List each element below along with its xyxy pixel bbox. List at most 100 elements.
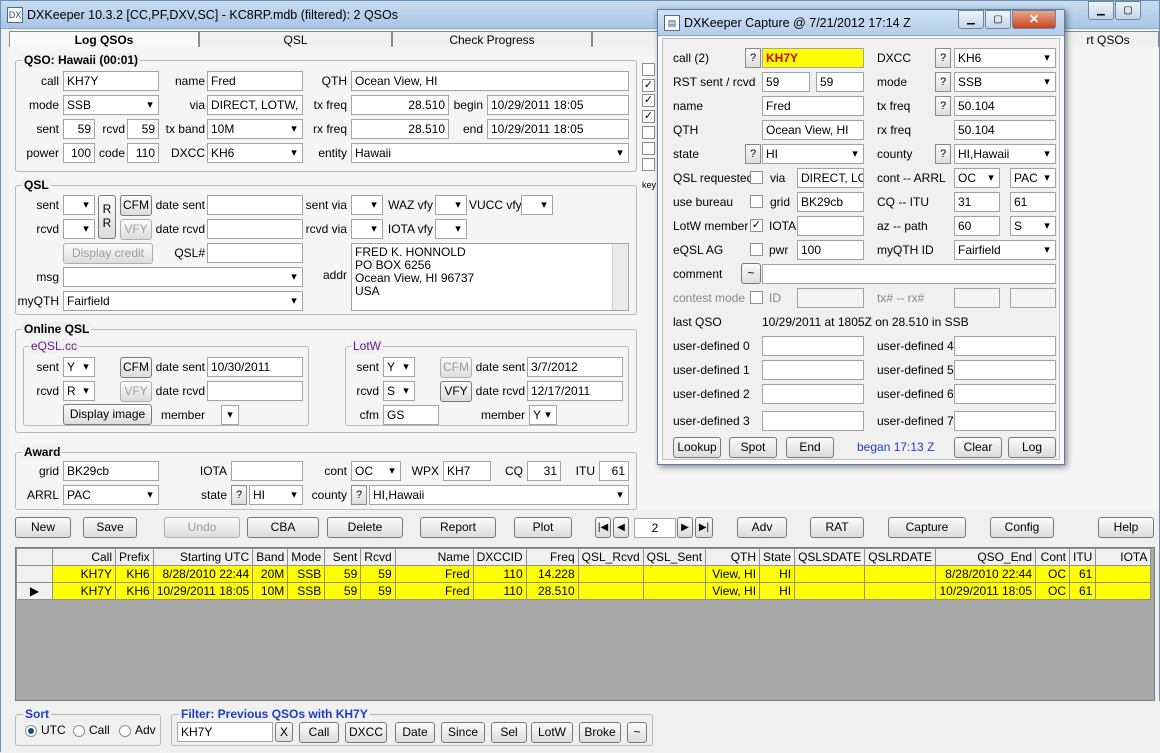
- column-header[interactable]: Cont: [1035, 548, 1071, 566]
- tab-log-qsos[interactable]: Log QSOs: [9, 31, 199, 48]
- column-header[interactable]: QSL_Rcvd: [577, 548, 644, 566]
- eqsl-datesent-field[interactable]: 10/30/2011: [207, 357, 303, 377]
- option-checkbox-2[interactable]: ✓: [642, 79, 655, 92]
- save-button[interactable]: Save: [83, 517, 137, 538]
- capture-lookup-button[interactable]: Lookup: [673, 437, 721, 458]
- capture-cont-select[interactable]: OC: [954, 168, 1000, 188]
- qsl-cfm-button[interactable]: CFM: [120, 195, 152, 216]
- qth-field[interactable]: Ocean View, HI: [351, 71, 629, 91]
- option-checkbox-3[interactable]: ✓: [642, 94, 655, 107]
- filter-lotw-button[interactable]: LotW: [531, 722, 573, 743]
- column-header[interactable]: Prefix: [115, 548, 154, 566]
- column-header[interactable]: Sent: [324, 548, 362, 566]
- capture-txfreq-help-button[interactable]: ?: [935, 96, 951, 116]
- eqsl-member-select[interactable]: [221, 405, 239, 425]
- capture-qth-field[interactable]: Ocean View, HI: [762, 120, 864, 140]
- last-record-icon[interactable]: ▶|: [695, 517, 713, 538]
- capture-county-select[interactable]: HI,Hawaii: [954, 144, 1056, 164]
- capture-userdef-field-6[interactable]: [954, 384, 1056, 404]
- rat-button[interactable]: RAT: [810, 517, 864, 538]
- myqth-select[interactable]: Fairfield: [63, 291, 303, 311]
- capture-eqslag-checkbox[interactable]: [750, 243, 763, 256]
- address-textarea[interactable]: FRED K. HONNOLD PO BOX 6256 Ocean View, …: [351, 243, 629, 311]
- capture-userdef-field-5[interactable]: [954, 360, 1056, 380]
- code-field[interactable]: 110: [127, 143, 159, 163]
- column-header[interactable]: Rcvd: [360, 548, 396, 566]
- capture-lotw-checkbox[interactable]: ✓: [750, 219, 763, 232]
- entity-select[interactable]: Hawaii: [351, 143, 629, 163]
- option-checkbox-4[interactable]: ✓: [642, 110, 655, 123]
- cont-select[interactable]: OC: [351, 461, 401, 481]
- filter-call-button[interactable]: Call: [299, 722, 339, 743]
- rxfreq-field[interactable]: 28.510: [351, 119, 449, 139]
- capture-mode-select[interactable]: SSB: [954, 72, 1056, 92]
- capture-userdef-field-1[interactable]: [762, 360, 864, 380]
- arrl-select[interactable]: PAC: [63, 485, 159, 505]
- capture-contest-checkbox[interactable]: [750, 291, 763, 304]
- eqsl-sent-select[interactable]: Y: [63, 357, 95, 377]
- eqsl-daterecvd-field[interactable]: [207, 381, 303, 401]
- display-image-button[interactable]: Display image: [63, 404, 152, 425]
- qsl-daterecvd-field[interactable]: [207, 219, 303, 239]
- capture-txfreq-field[interactable]: 50.104: [954, 96, 1056, 116]
- sent-field[interactable]: 59: [63, 119, 95, 139]
- rcvd-field[interactable]: 59: [127, 119, 159, 139]
- dxcc-select[interactable]: KH6: [207, 143, 303, 163]
- filter-broke-button[interactable]: Broke: [579, 722, 621, 743]
- maximize-button[interactable]: ▢: [1115, 1, 1141, 20]
- capture-id-field[interactable]: [797, 288, 864, 308]
- table-row[interactable]: ▶ KH7Y KH6 10/29/2011 18:05 10M SSB 59 59 Fred 11…: [16, 582, 1152, 600]
- vucc-select[interactable]: [521, 195, 553, 215]
- qsl-datesent-field[interactable]: [207, 195, 303, 215]
- capture-userdef-field-0[interactable]: [762, 336, 864, 356]
- tab-qsl[interactable]: QSL: [199, 31, 392, 48]
- option-checkbox-6[interactable]: [642, 142, 655, 155]
- capture-userdef-field-2[interactable]: [762, 384, 864, 404]
- filter-date-button[interactable]: Date: [395, 722, 435, 743]
- eqsl-vfy-button[interactable]: VFY: [120, 381, 152, 402]
- via-field[interactable]: DIRECT, LOTW, B: [207, 95, 303, 115]
- capture-minimize-button[interactable]: ▁: [958, 10, 984, 29]
- capture-titlebar[interactable]: ▤ DXKeeper Capture @ 7/21/2012 17:14 Z ▁…: [658, 10, 1064, 36]
- capture-comment-field[interactable]: [762, 264, 1056, 284]
- capture-userdef-field-4[interactable]: [954, 336, 1056, 356]
- call-field[interactable]: KH7Y: [63, 71, 159, 91]
- qsl-rcvd-select[interactable]: [63, 219, 95, 239]
- capture-county-help-button[interactable]: ?: [935, 144, 951, 164]
- column-header[interactable]: Starting UTC: [152, 548, 254, 566]
- column-header[interactable]: QSLSDATE: [794, 548, 866, 566]
- award-county-select[interactable]: HI,Hawaii: [369, 485, 629, 505]
- filter-tilde-button[interactable]: ~: [627, 722, 647, 743]
- option-checkbox-7[interactable]: [642, 158, 655, 171]
- capture-log-button[interactable]: Log: [1008, 437, 1056, 458]
- capture-comment-tilde-button[interactable]: ~: [741, 263, 761, 284]
- txband-select[interactable]: 10M: [207, 119, 303, 139]
- mode-select[interactable]: SSB: [63, 95, 159, 115]
- lotw-vfy-button[interactable]: VFY: [440, 381, 472, 402]
- delete-button[interactable]: Delete: [327, 517, 403, 538]
- lotw-sent-select[interactable]: Y: [383, 357, 415, 377]
- capture-grid-field[interactable]: BK29cb: [797, 192, 864, 212]
- tab-check-progress[interactable]: Check Progress: [392, 31, 592, 48]
- column-header[interactable]: QTH: [705, 548, 761, 566]
- column-header[interactable]: Mode: [287, 548, 326, 566]
- capture-iota-field[interactable]: [797, 216, 864, 236]
- column-header[interactable]: QSL_Sent: [642, 548, 707, 566]
- cba-button[interactable]: CBA: [247, 517, 319, 538]
- capture-button[interactable]: Capture: [888, 517, 966, 538]
- filter-dxcc-button[interactable]: DXCC: [345, 722, 387, 743]
- capture-rst-sent-field[interactable]: 59: [762, 72, 810, 92]
- minimize-button[interactable]: ▁: [1088, 1, 1114, 20]
- capture-state-select[interactable]: HI: [762, 144, 864, 164]
- column-header[interactable]: IOTA: [1095, 548, 1152, 566]
- capture-arrl-select[interactable]: PAC: [1010, 168, 1056, 188]
- sort-call-radio[interactable]: [73, 725, 85, 737]
- eqsl-cfm-button[interactable]: CFM: [120, 357, 152, 378]
- row-selector[interactable]: ▶: [16, 582, 53, 600]
- capture-close-button[interactable]: ✕: [1012, 10, 1056, 29]
- tab-import-qsos[interactable]: rt QSOs: [1057, 31, 1159, 48]
- state-help-button[interactable]: ?: [231, 485, 247, 505]
- plot-button[interactable]: Plot: [514, 517, 572, 538]
- next-record-icon[interactable]: ▶: [677, 517, 693, 538]
- grid-field[interactable]: BK29cb: [63, 461, 159, 481]
